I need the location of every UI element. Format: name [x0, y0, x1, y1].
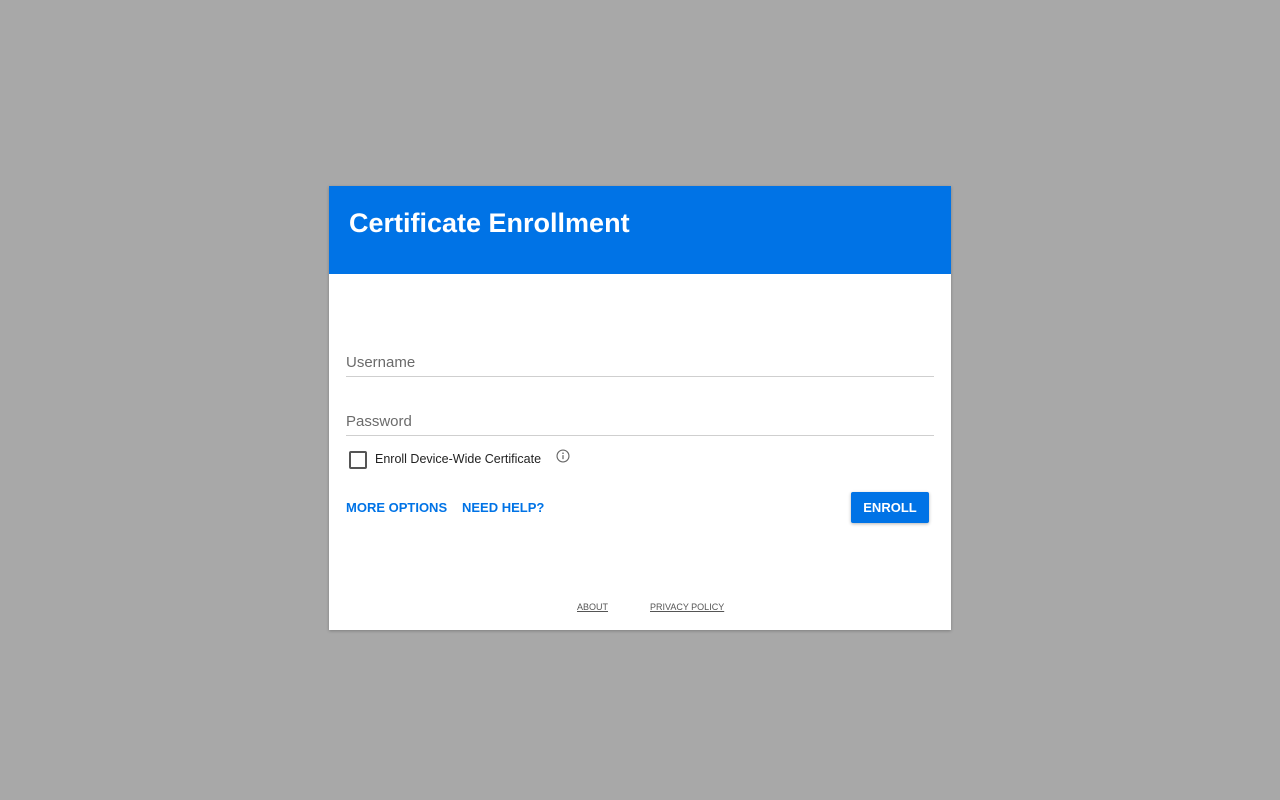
username-input[interactable] — [346, 350, 934, 374]
privacy-policy-link[interactable]: PRIVACY POLICY — [650, 602, 724, 612]
certificate-enrollment-dialog: Certificate Enrollment Enroll Device-Wid… — [329, 186, 951, 630]
device-wide-checkbox[interactable] — [349, 451, 367, 469]
about-link[interactable]: ABOUT — [577, 602, 608, 612]
dialog-title: Certificate Enrollment — [349, 208, 630, 238]
need-help-button[interactable]: NEED HELP? — [462, 500, 544, 515]
enroll-button[interactable]: ENROLL — [851, 492, 929, 523]
dialog-header: Certificate Enrollment — [329, 186, 951, 274]
device-wide-checkbox-row: Enroll Device-Wide Certificate — [349, 448, 570, 469]
more-options-button[interactable]: MORE OPTIONS — [346, 500, 447, 515]
device-wide-checkbox-label[interactable]: Enroll Device-Wide Certificate — [375, 452, 541, 466]
password-field-container — [346, 409, 934, 436]
info-icon[interactable] — [556, 449, 570, 463]
password-input[interactable] — [346, 409, 934, 433]
username-field-container — [346, 350, 934, 377]
